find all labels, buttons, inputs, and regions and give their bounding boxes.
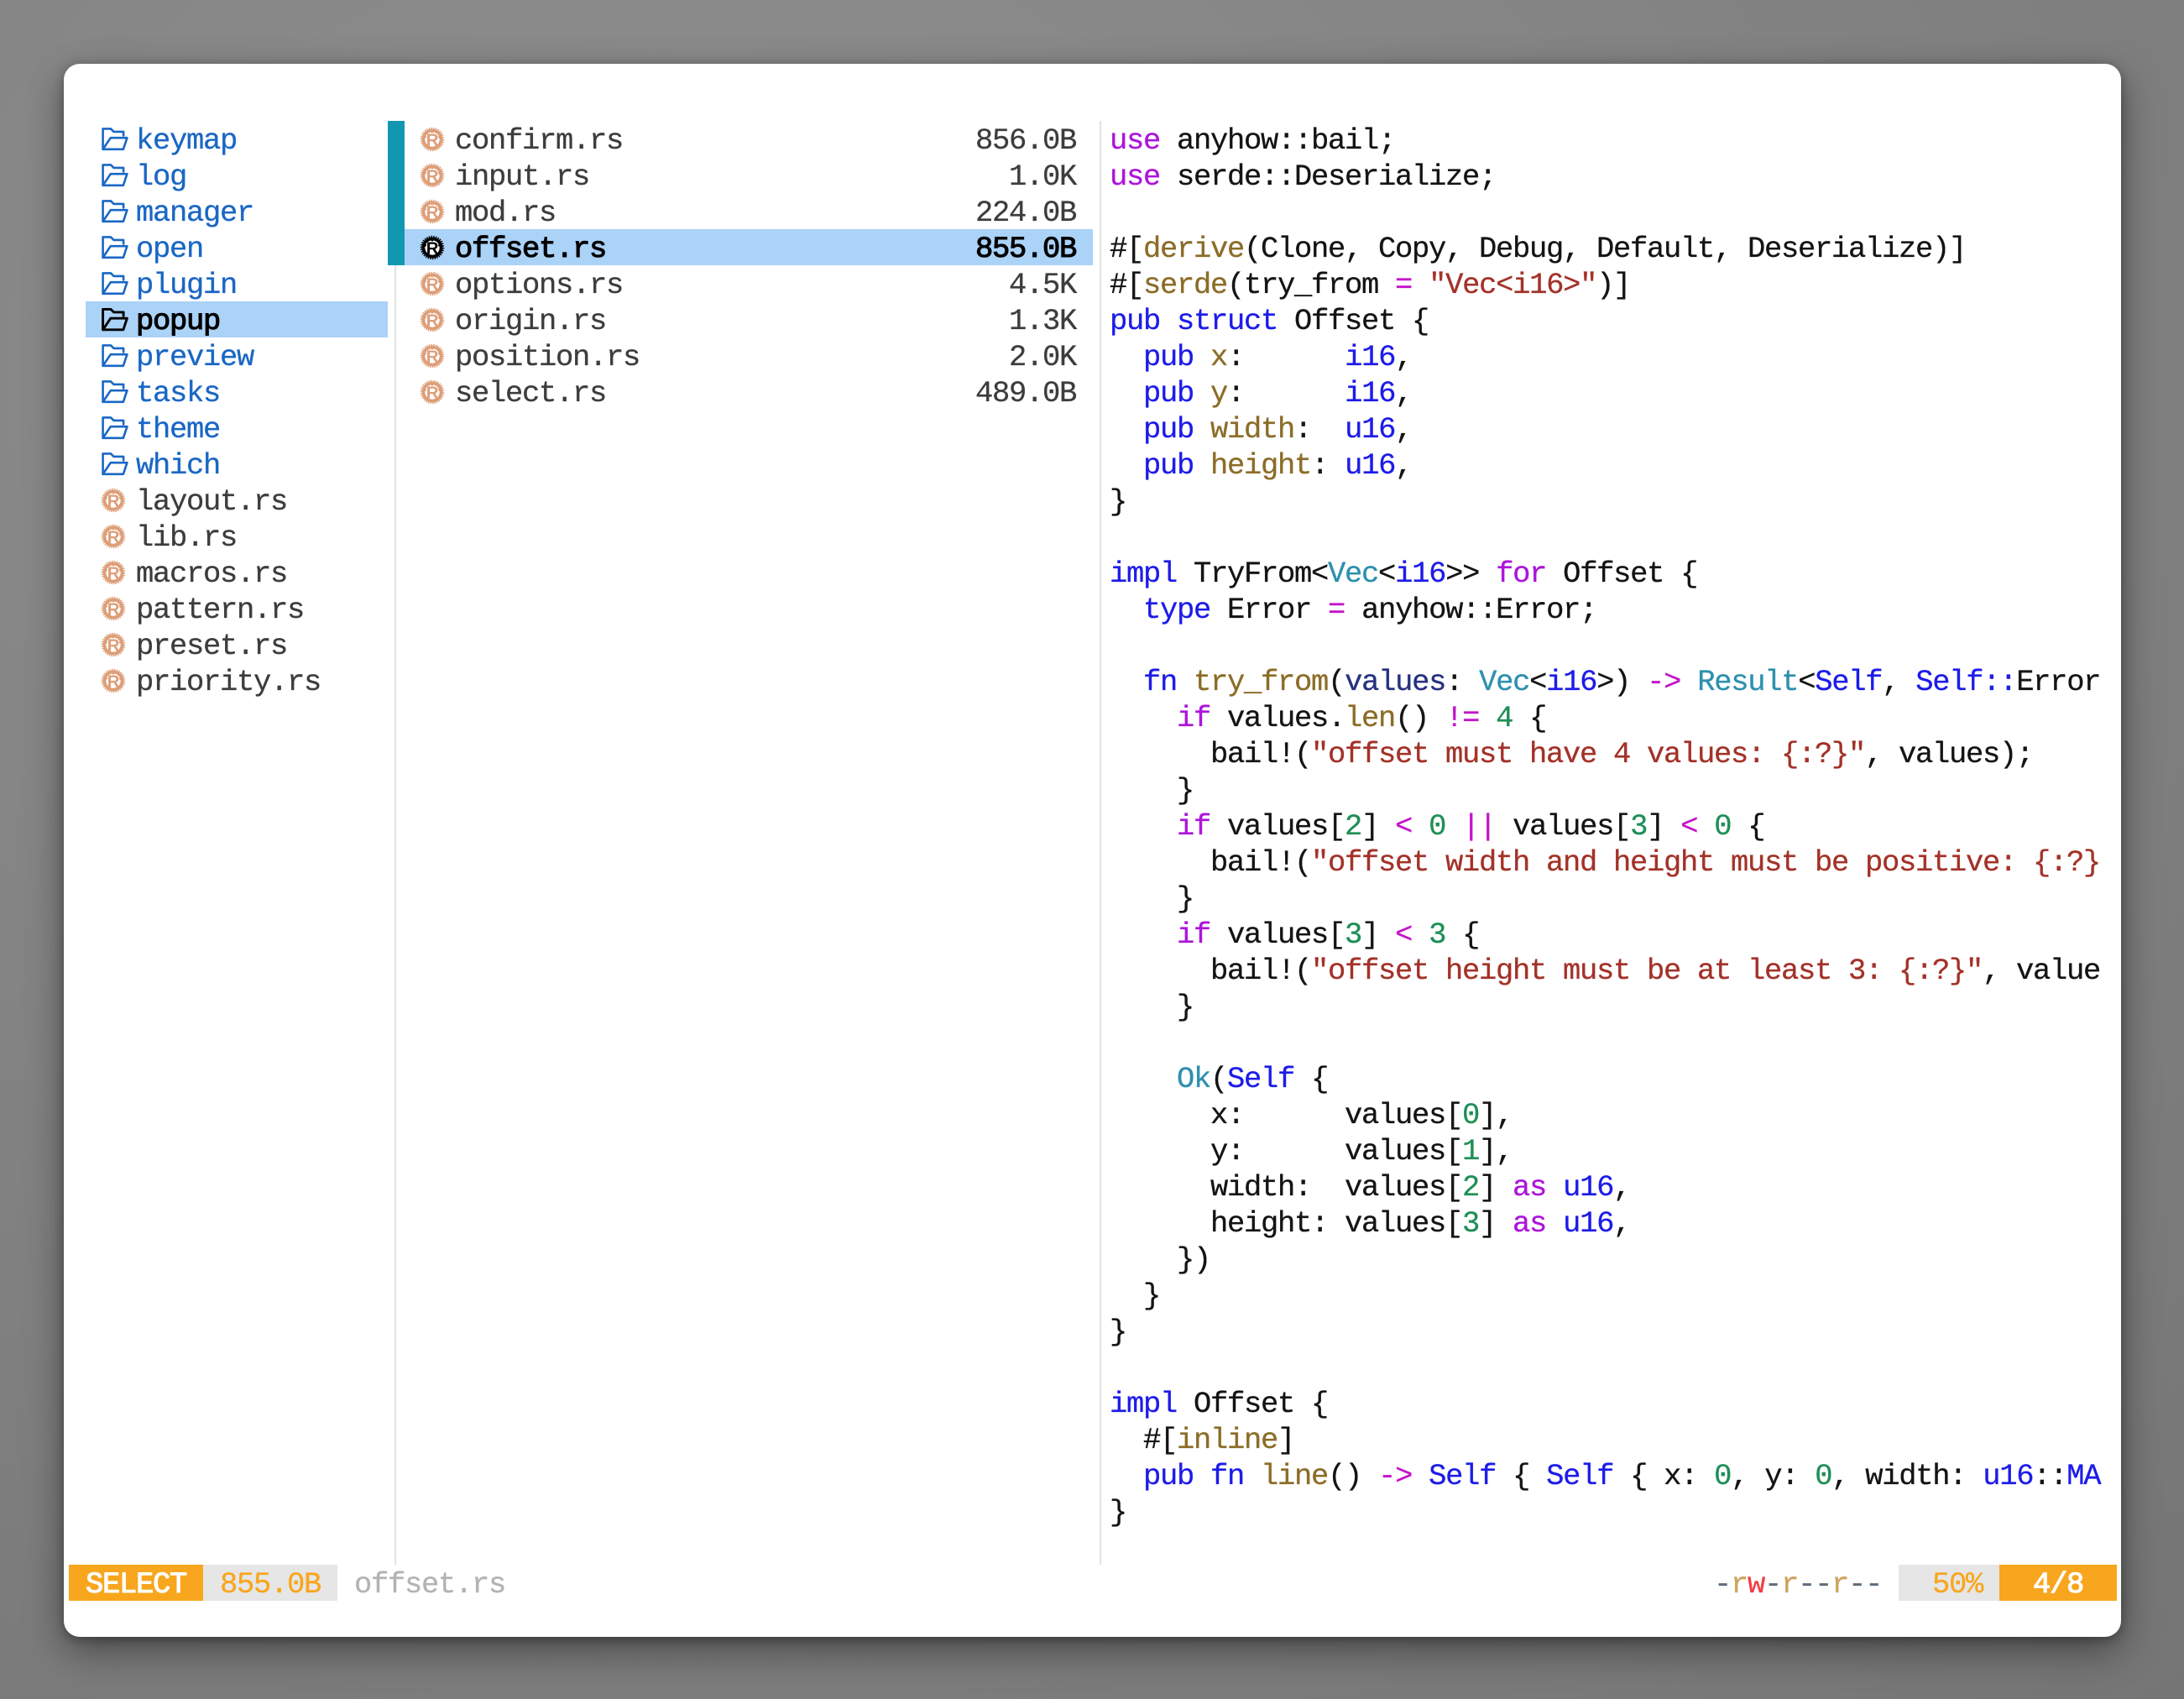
svg-text:R: R — [107, 527, 120, 546]
svg-text:R: R — [426, 130, 439, 149]
svg-text:R: R — [107, 599, 120, 619]
svg-text:R: R — [107, 672, 120, 691]
svg-text:R: R — [426, 383, 439, 402]
svg-text:R: R — [426, 274, 439, 294]
svg-text:R: R — [426, 166, 439, 186]
svg-text:R: R — [426, 202, 439, 222]
svg-text:R: R — [107, 635, 120, 655]
svg-text:R: R — [426, 347, 439, 366]
svg-text:R: R — [107, 491, 120, 510]
svg-text:R: R — [426, 311, 439, 330]
svg-text:R: R — [107, 563, 120, 583]
svg-text:R: R — [426, 238, 439, 258]
